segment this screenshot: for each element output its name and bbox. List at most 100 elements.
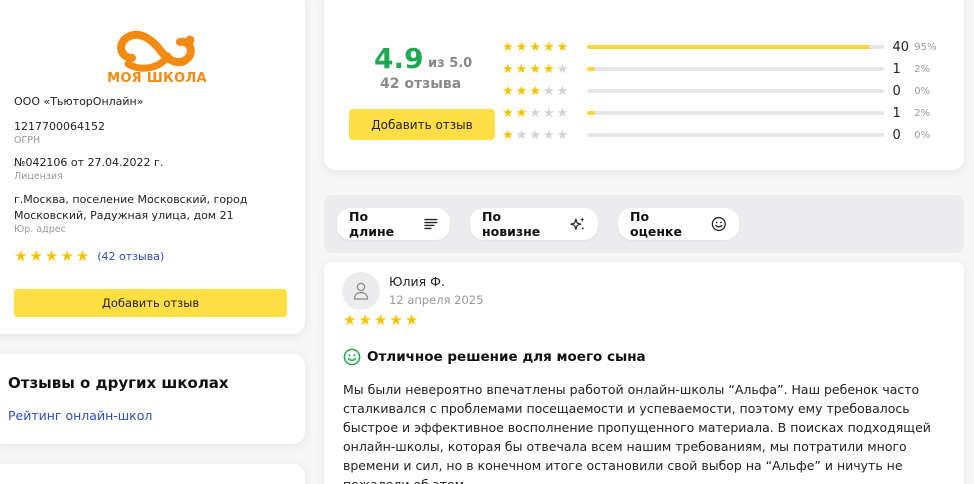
star-icon: ★: [542, 127, 555, 143]
address-line-1: г.Москва, поселение Московский, город: [14, 193, 248, 206]
distribution-count: 40: [892, 39, 909, 55]
distribution-percent: 0%: [914, 129, 931, 141]
star-icon: ★: [542, 61, 555, 77]
star-icon: ★: [502, 127, 514, 143]
reviews-count-link[interactable]: (42 отзыва): [97, 250, 164, 263]
sort-bar: По длине По новизне По оценке: [324, 195, 964, 253]
ogrn-label: ОГРН: [14, 135, 41, 146]
distribution-bar: [587, 89, 885, 93]
distribution-stars: ★ ★ ★ ★ ★: [502, 41, 581, 54]
star-icon: ★: [502, 61, 514, 77]
distribution-stars: ★ ★ ★ ★ ★: [502, 63, 581, 76]
distribution-bar: [587, 111, 885, 115]
distribution-stars: ★ ★ ★ ★ ★: [502, 107, 581, 120]
rating-summary-card: 4.9 из 5.0 42 отзыва Добавить отзыв ★ ★ ★ ★…: [324, 0, 964, 170]
sort-by-length-button[interactable]: По длине: [337, 208, 450, 240]
star-icon: ★: [529, 61, 541, 77]
school-logo[interactable]: МОЯ ШКОЛА: [102, 28, 212, 98]
star-icon: ★: [389, 311, 403, 329]
star-icon: ★: [44, 247, 59, 265]
distribution-bar-fill: [587, 67, 595, 71]
next-sidebar-card: [0, 464, 305, 484]
star-icon: ★: [502, 39, 514, 55]
distribution-percent: 0%: [914, 85, 931, 97]
sort-by-rating-label: По оценке: [630, 209, 682, 239]
star-icon: ★: [529, 105, 541, 121]
add-review-button-sidebar[interactable]: Добавить отзыв: [14, 289, 287, 317]
other-schools-card: Отзывы о других школах Рейтинг онлайн-шк…: [0, 354, 305, 444]
review-card: Юлия Ф. 12 апреля 2025 ★ ★ ★ ★ ★ Отлично…: [324, 262, 964, 484]
star-icon: ★: [515, 83, 528, 99]
distribution-bar: [587, 45, 885, 49]
star-icon: ★: [556, 39, 569, 55]
distribution-count: 1: [892, 61, 901, 77]
star-icon: ★: [515, 39, 528, 55]
star-icon: ★: [556, 127, 569, 143]
license-label: Лицензия: [14, 171, 63, 182]
distribution-bar: [587, 67, 885, 71]
logo-text: МОЯ ШКОЛА: [107, 71, 207, 86]
review-title-row: Отличное решение для моего сына: [343, 348, 646, 366]
ogrn-block: 1217700064152 ОГРН: [14, 119, 105, 147]
review-stars: ★ ★ ★ ★ ★: [343, 312, 420, 328]
star-icon: ★: [75, 247, 90, 265]
review-text: Мы были невероятно впечатлены работой он…: [343, 382, 931, 484]
user-icon: [353, 282, 369, 300]
distribution-stars: ★ ★ ★ ★ ★: [502, 129, 581, 142]
star-icon: ★: [343, 311, 357, 329]
distribution-row-3[interactable]: ★ ★ ★ ★ ★ 0 0%: [502, 82, 942, 100]
sparkle-icon: [570, 217, 585, 230]
sort-by-newest-label: По новизне: [482, 209, 541, 239]
star-icon: ★: [542, 83, 555, 99]
avatar: [342, 272, 380, 310]
star-icon: ★: [60, 247, 74, 265]
star-icon: ★: [502, 83, 514, 99]
average-score: 4.9: [374, 42, 424, 75]
star-icon: ★: [29, 247, 43, 265]
distribution-bar-fill: [587, 111, 595, 115]
distribution-row-2[interactable]: ★ ★ ★ ★ ★ 1 2%: [502, 104, 942, 122]
reviews-count: 42 отзыва: [380, 76, 462, 92]
star-icon: ★: [529, 39, 541, 55]
school-rating: ★ ★ ★ ★ ★ (42 отзыва): [14, 248, 164, 264]
distribution-stars: ★ ★ ★ ★ ★: [502, 85, 581, 98]
address-label: Юр. адрес: [14, 224, 66, 235]
star-icon: ★: [542, 39, 555, 55]
license-block: №042106 от 27.04.2022 г. Лицензия: [14, 155, 163, 183]
sort-by-newest-button[interactable]: По новизне: [470, 208, 598, 240]
distribution-row-4[interactable]: ★ ★ ★ ★ ★ 1 2%: [502, 60, 942, 78]
star-icon: ★: [515, 61, 528, 77]
school-logo-icon: [117, 30, 195, 72]
distribution-percent: 2%: [914, 107, 931, 119]
school-info-card: МОЯ ШКОЛА ООО «ТьюторОнлайн» 12177000641…: [0, 0, 305, 334]
add-review-button[interactable]: Добавить отзыв: [349, 109, 495, 140]
score-max: из 5.0: [428, 56, 473, 71]
star-icon: ★: [556, 105, 569, 121]
smile-icon: [712, 216, 727, 232]
sort-by-length-label: По длине: [349, 209, 395, 239]
license-value: №042106 от 27.04.2022 г.: [14, 156, 164, 169]
distribution-row-1[interactable]: ★ ★ ★ ★ ★ 0 0%: [502, 126, 942, 144]
distribution-row-5[interactable]: ★ ★ ★ ★ ★ 40 95%: [502, 38, 942, 56]
star-icon: ★: [515, 127, 528, 143]
lines-icon: [424, 218, 438, 230]
review-title: Отличное решение для моего сына: [367, 349, 646, 365]
star-icon: ★: [358, 311, 372, 329]
star-icon: ★: [556, 83, 569, 99]
distribution-count: 0: [892, 127, 901, 143]
distribution-count: 1: [892, 105, 901, 121]
other-schools-title: Отзывы о других школах: [8, 374, 229, 392]
distribution-percent: 95%: [914, 41, 937, 53]
schools-rating-link[interactable]: Рейтинг онлайн-школ: [8, 408, 152, 423]
distribution-bar: [587, 133, 885, 137]
star-icon: ★: [373, 311, 388, 329]
review-author: Юлия Ф.: [389, 274, 445, 289]
distribution-count: 0: [892, 83, 901, 99]
star-icon: ★: [529, 83, 541, 99]
smile-icon: [343, 348, 361, 366]
sort-by-rating-button[interactable]: По оценке: [618, 208, 739, 240]
star-icon: ★: [542, 105, 555, 121]
ogrn-value: 1217700064152: [14, 120, 105, 133]
star-icon: ★: [529, 127, 541, 143]
star-icon: ★: [556, 61, 569, 77]
